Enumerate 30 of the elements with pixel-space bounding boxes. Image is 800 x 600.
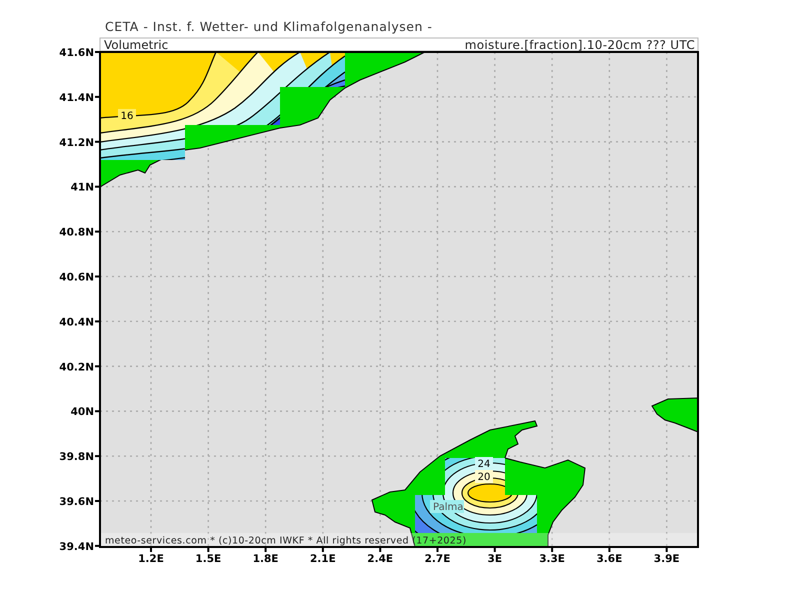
latitude-label: 40.2N	[59, 361, 94, 374]
latitude-label: 39.4N	[59, 540, 94, 553]
chart-title: CETA - Inst. f. Wetter- und Klimafolgenanalysen -	[105, 19, 432, 34]
variable-label: Volumetric	[104, 38, 168, 52]
land-area	[651, 397, 698, 433]
longitude-label: 3.3E	[539, 553, 565, 565]
longitude-label: 1.5E	[195, 553, 222, 565]
longitude-label: 1.2E	[138, 553, 164, 565]
contour-label: 24	[475, 457, 493, 470]
latitude-label: 39.8N	[59, 451, 94, 464]
longitude-label: 3.6E	[596, 553, 622, 565]
field-label: moisture.[fraction].10-20cm ??? UTC	[464, 38, 695, 52]
latitude-label: 40.4N	[59, 316, 94, 328]
contour-label: 16	[118, 109, 136, 122]
latitude-label: 40N	[70, 406, 94, 418]
latitude-label: 40.6N	[59, 272, 94, 284]
latitude-label: 39.6N	[59, 496, 94, 508]
place-label: Palma	[430, 500, 464, 513]
longitude-label: 2.7E	[424, 553, 450, 565]
latitude-label: 41.4N	[59, 92, 94, 104]
longitude-label: 1.8E	[252, 553, 278, 565]
latitude-label: 41.2N	[59, 136, 94, 149]
latitude-label: 41N	[70, 182, 94, 194]
longitude-label: 3.9E	[654, 553, 680, 565]
latitude-label: 41.6N	[59, 47, 94, 59]
longitude-label: 2.4E	[367, 553, 394, 565]
longitude-label: 2.1E	[310, 553, 336, 565]
contour-label: 20	[475, 470, 493, 483]
latitude-label: 40.8N	[59, 226, 94, 239]
longitude-label: 3E	[488, 553, 502, 565]
